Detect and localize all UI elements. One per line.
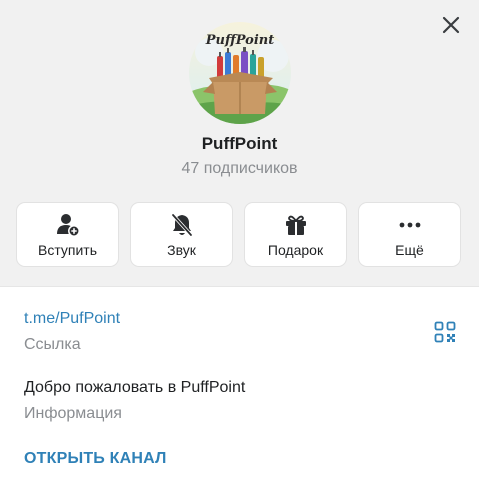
- more-button-label: Ещё: [395, 242, 424, 258]
- qr-code-button[interactable]: [434, 321, 456, 343]
- channel-link[interactable]: t.me/PufPoint: [24, 310, 120, 328]
- channel-avatar: PuffPoint: [189, 22, 291, 124]
- subscriber-count: 47 подписчиков: [181, 160, 298, 177]
- puffpoint-logo-image: PuffPoint: [189, 22, 291, 124]
- gift-icon: [285, 215, 306, 235]
- gift-button[interactable]: Подарок: [244, 202, 347, 267]
- qr-code-icon: [434, 321, 456, 343]
- section-divider: [0, 286, 479, 287]
- sound-button-label: Звук: [167, 242, 196, 258]
- svg-text:PuffPoint: PuffPoint: [205, 33, 274, 48]
- gift-button-label: Подарок: [267, 242, 324, 258]
- channel-description: Добро пожаловать в PuffPoint: [24, 379, 246, 396]
- join-button[interactable]: Вступить: [16, 202, 119, 267]
- link-caption: Ссылка: [24, 336, 81, 353]
- add-user-icon: [56, 214, 80, 237]
- bell-off-icon: [171, 213, 192, 237]
- description-caption: Информация: [24, 405, 122, 422]
- more-button[interactable]: Ещё: [358, 202, 461, 267]
- close-button[interactable]: [437, 11, 465, 39]
- close-icon: [442, 16, 460, 34]
- join-button-label: Вступить: [37, 242, 97, 258]
- channel-name: PuffPoint: [201, 134, 278, 153]
- more-dots-icon: [399, 222, 420, 228]
- open-channel-button[interactable]: ОТКРЫТЬ КАНАЛ: [24, 450, 167, 468]
- sound-button[interactable]: Звук: [130, 202, 233, 267]
